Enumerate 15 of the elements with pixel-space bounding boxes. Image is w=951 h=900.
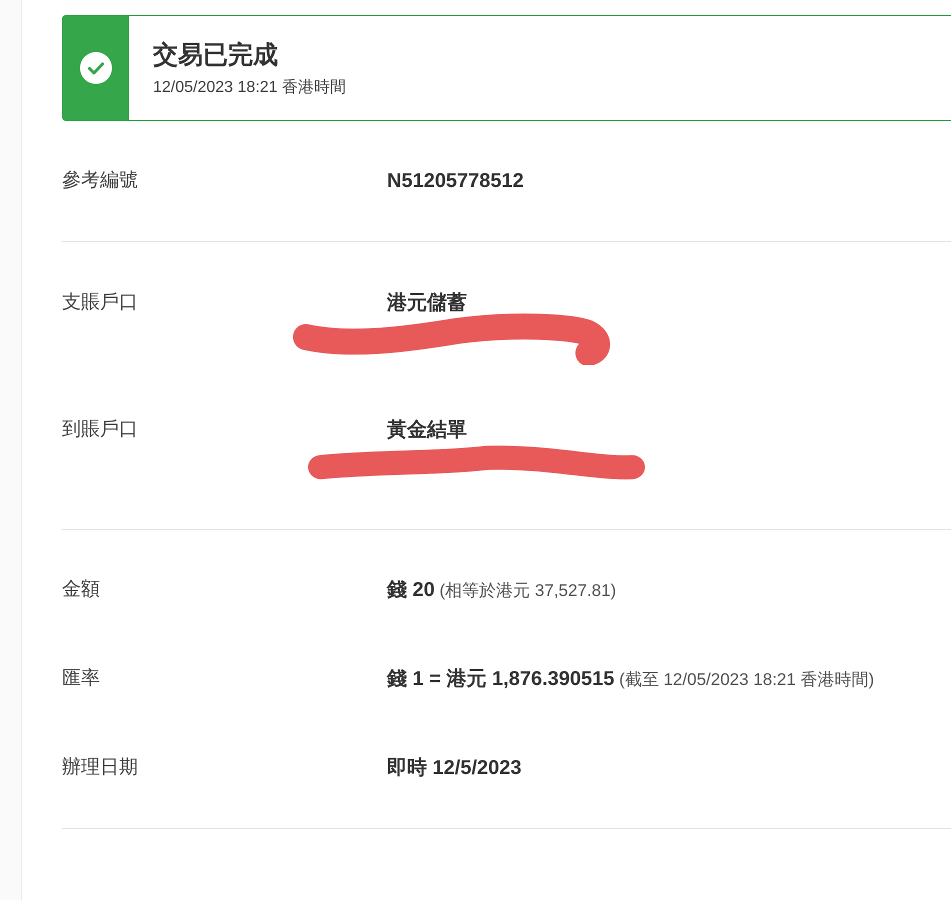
- field-value: 港元儲蓄: [387, 291, 467, 316]
- check-circle-icon: [79, 51, 113, 85]
- banner-title: 交易已完成: [153, 40, 278, 71]
- field-value: N51205778512: [387, 169, 524, 193]
- field-value: 即時 12/5/2023: [387, 756, 522, 781]
- field-label: 金額: [62, 578, 101, 602]
- field-label: 到賬戶口: [62, 418, 139, 442]
- banner-timestamp: 12/05/2023 18:21 香港時間: [153, 78, 346, 98]
- field-label: 參考編號: [62, 169, 139, 193]
- field-label: 匯率: [62, 667, 101, 691]
- field-value: 黃金結單: [387, 418, 467, 443]
- field-value: 錢 1 = 港元 1,876.390515 (截至 12/05/2023 18:21 香港時間): [387, 667, 874, 692]
- field-label: 支賬戶口: [62, 291, 139, 315]
- field-label: 辦理日期: [62, 756, 139, 780]
- field-value: 錢 20 (相等於港元 37,527.81): [387, 578, 616, 603]
